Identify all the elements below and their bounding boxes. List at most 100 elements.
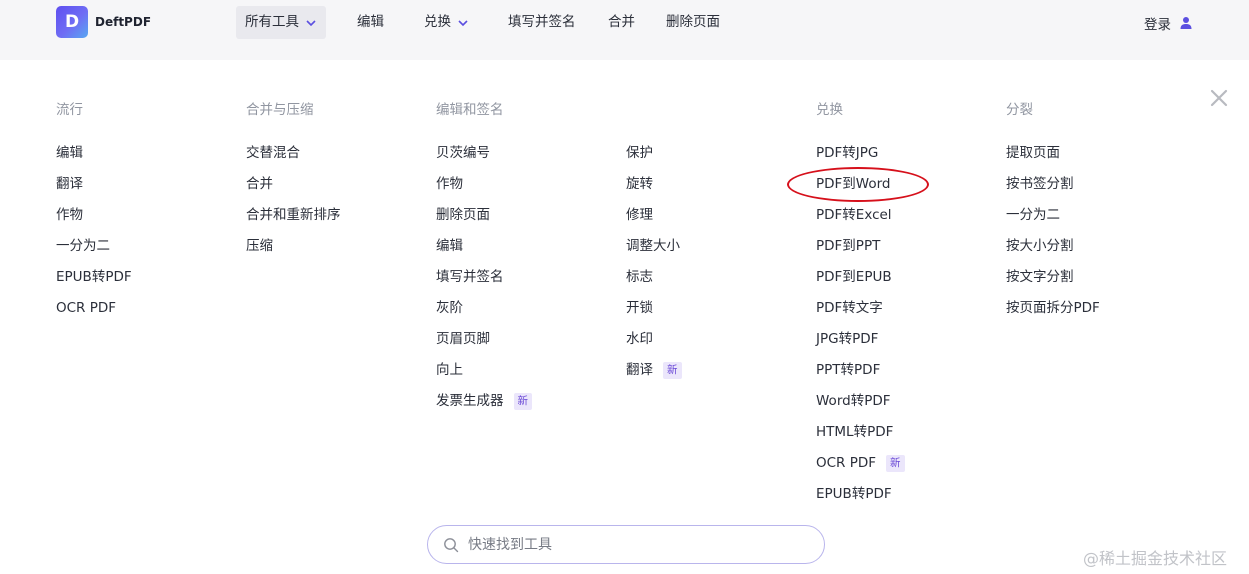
menu-item[interactable]: PDF到PPT	[816, 231, 905, 262]
nav-edit-label: 编辑	[357, 14, 384, 30]
menu-item[interactable]: 旋转	[626, 169, 682, 200]
menu-column-merge-compress: 合并与压缩交替混合合并合并和重新排序压缩	[246, 96, 341, 262]
menu-item[interactable]: 提取页面	[1006, 138, 1100, 169]
menu-item-label: 向上	[436, 362, 463, 378]
menu-column-heading: 兑换	[816, 102, 843, 118]
menu-item[interactable]: 合并和重新排序	[246, 200, 341, 231]
menu-column-edit-sign: 编辑和签名贝茨编号作物删除页面编辑填写并签名灰阶页眉页脚向上发票生成器新	[436, 96, 532, 417]
tool-search-box[interactable]	[427, 525, 825, 564]
login-button[interactable]: 登录	[1144, 6, 1193, 39]
menu-item-label: 页眉页脚	[436, 331, 490, 347]
menu-item-label: 按大小分割	[1006, 238, 1074, 254]
menu-item-label: 贝茨编号	[436, 145, 490, 161]
menu-item[interactable]: 按书签分割	[1006, 169, 1100, 200]
menu-column-heading: 流行	[56, 102, 83, 118]
menu-item[interactable]: 翻译	[56, 169, 132, 200]
menu-item[interactable]: 一分为二	[1006, 200, 1100, 231]
menu-item[interactable]: 交替混合	[246, 138, 341, 169]
menu-item-label: 交替混合	[246, 145, 300, 161]
menu-column-popular: 流行编辑翻译作物一分为二 EPUB转PDF OCR PDF	[56, 96, 132, 324]
menu-item[interactable]: OCR PDF	[56, 293, 132, 324]
menu-column-heading: 合并与压缩	[246, 102, 314, 118]
menu-item[interactable]: 按页面拆分PDF	[1006, 293, 1100, 324]
menu-item[interactable]: JPG转PDF	[816, 324, 905, 355]
menu-item[interactable]: 压缩	[246, 231, 341, 262]
menu-item-label: 灰阶	[436, 300, 463, 316]
nav-all-tools[interactable]: 所有工具	[236, 6, 326, 39]
close-icon[interactable]	[1210, 89, 1228, 107]
menu-item[interactable]: 灰阶	[436, 293, 532, 324]
menu-item[interactable]: 水印	[626, 324, 682, 355]
menu-item-label: 保护	[626, 145, 653, 161]
login-label: 登录	[1144, 16, 1171, 33]
menu-item[interactable]: 作物	[56, 200, 132, 231]
menu-item-label: EPUB转PDF	[56, 269, 132, 285]
logo[interactable]: D DeftPDF	[56, 6, 151, 38]
top-nav-bar: D DeftPDF 所有工具 编辑 兑换 填写并签名 合并 删除页面 登录	[0, 0, 1249, 60]
menu-item-label: 一分为二	[56, 238, 110, 254]
search-icon	[444, 537, 459, 552]
menu-item-label: OCR PDF	[816, 455, 877, 471]
menu-item-label: 旋转	[626, 176, 653, 192]
menu-item-label: 修理	[626, 207, 653, 223]
menu-item-label: 作物	[56, 207, 83, 223]
menu-item[interactable]: EPUB转PDF	[56, 262, 132, 293]
menu-item-label: 填写并签名	[436, 269, 504, 285]
menu-item[interactable]: 删除页面	[436, 200, 532, 231]
new-badge: 新	[663, 362, 682, 379]
menu-item[interactable]: 调整大小	[626, 231, 682, 262]
menu-item-label: 水印	[626, 331, 653, 347]
menu-item[interactable]: 填写并签名	[436, 262, 532, 293]
menu-item[interactable]: 开锁	[626, 293, 682, 324]
menu-item[interactable]: OCR PDF 新	[816, 448, 905, 479]
menu-item-label: PPT转PDF	[816, 362, 881, 378]
menu-item[interactable]: 向上	[436, 355, 532, 386]
menu-column-convert: 兑换 PDF转JPG PDF到Word PDF转Excel PDF到PPT PDF到EPU…	[816, 96, 905, 510]
menu-item[interactable]: PDF到Word	[816, 169, 905, 200]
nav-merge[interactable]: 合并	[608, 6, 635, 39]
menu-item[interactable]: 一分为二	[56, 231, 132, 262]
menu-item[interactable]: 保护	[626, 138, 682, 169]
menu-column-heading: 编辑和签名	[436, 102, 504, 118]
nav-fill-sign[interactable]: 填写并签名	[508, 6, 576, 39]
menu-item[interactable]: HTML转PDF	[816, 417, 905, 448]
menu-item-label: PDF到EPUB	[816, 269, 892, 285]
search-input[interactable]	[466, 535, 800, 554]
menu-item[interactable]: 按文字分割	[1006, 262, 1100, 293]
menu-item-label: 发票生成器	[436, 393, 504, 409]
menu-item[interactable]: 编辑	[436, 231, 532, 262]
menu-item[interactable]: PDF转Excel	[816, 200, 905, 231]
menu-item[interactable]: PDF转文字	[816, 293, 905, 324]
menu-item-label: 编辑	[436, 238, 463, 254]
menu-item[interactable]: 发票生成器新	[436, 386, 532, 417]
menu-item-label: 提取页面	[1006, 145, 1060, 161]
menu-item-label: JPG转PDF	[816, 331, 879, 347]
menu-column-heading: 分裂	[1006, 102, 1033, 118]
nav-merge-label: 合并	[608, 14, 635, 30]
menu-item[interactable]: PPT转PDF	[816, 355, 905, 386]
menu-item-label: 合并	[246, 176, 273, 192]
nav-edit[interactable]: 编辑	[357, 6, 384, 39]
menu-item-label: 翻译	[626, 362, 653, 378]
menu-item-label: 调整大小	[626, 238, 680, 254]
nav-convert[interactable]: 兑换	[424, 6, 469, 39]
menu-item[interactable]: 作物	[436, 169, 532, 200]
menu-item-label: HTML转PDF	[816, 424, 894, 440]
menu-item[interactable]: EPUB转PDF	[816, 479, 905, 510]
menu-item[interactable]: 贝茨编号	[436, 138, 532, 169]
menu-item-label: 删除页面	[436, 207, 490, 223]
menu-item[interactable]: 修理	[626, 200, 682, 231]
menu-item[interactable]: 翻译新	[626, 355, 682, 386]
menu-item[interactable]: 页眉页脚	[436, 324, 532, 355]
menu-item-label: 合并和重新排序	[246, 207, 341, 223]
menu-item[interactable]: 编辑	[56, 138, 132, 169]
menu-item[interactable]: Word转PDF	[816, 386, 905, 417]
menu-item[interactable]: 标志	[626, 262, 682, 293]
menu-item[interactable]: 按大小分割	[1006, 231, 1100, 262]
nav-delete-pages[interactable]: 删除页面	[666, 6, 720, 39]
menu-item[interactable]: 合并	[246, 169, 341, 200]
menu-item-label: 翻译	[56, 176, 83, 192]
menu-item[interactable]: PDF转JPG	[816, 138, 905, 169]
menu-item[interactable]: PDF到EPUB	[816, 262, 905, 293]
chevron-down-icon	[458, 19, 468, 26]
